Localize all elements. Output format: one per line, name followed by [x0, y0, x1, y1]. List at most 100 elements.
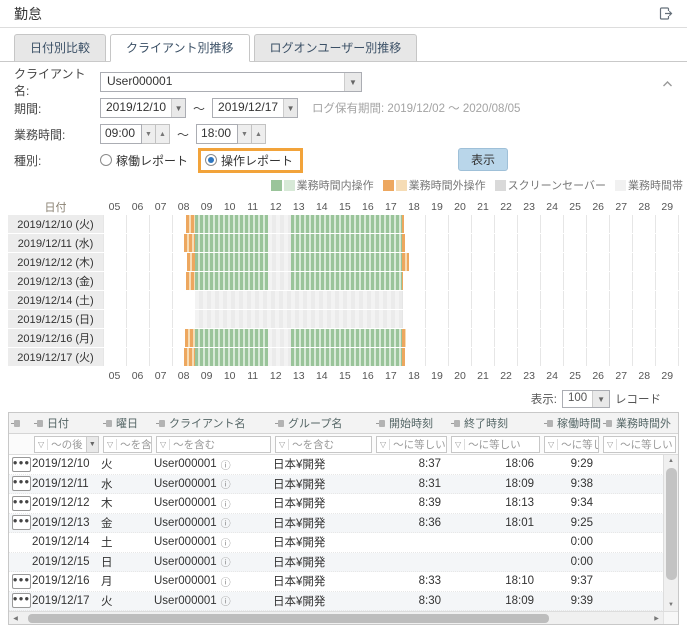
spin-down-icon[interactable]: ▼ — [142, 124, 156, 144]
pin-icon[interactable] — [156, 419, 166, 428]
info-icon[interactable]: ⓘ — [221, 535, 231, 550]
pin-icon[interactable] — [11, 419, 21, 428]
filter-client[interactable]: ▽～を含む — [156, 436, 271, 453]
info-icon[interactable]: ⓘ — [221, 476, 231, 491]
filter-group[interactable]: ▽～を含む — [275, 436, 372, 453]
export-button[interactable] — [658, 6, 673, 21]
filter-icon[interactable]: ▽ — [279, 439, 289, 450]
row-actions-button[interactable]: ●●● — [12, 593, 31, 608]
chevron-down-icon[interactable]: ▼ — [283, 99, 297, 117]
period-to-input[interactable]: 2019/12/17 ▼ — [212, 98, 298, 118]
row-actions-button[interactable]: ●●● — [12, 457, 31, 472]
pin-icon[interactable] — [376, 419, 386, 428]
info-icon[interactable]: ⓘ — [221, 554, 231, 569]
chevron-down-icon[interactable]: ▼ — [592, 391, 609, 407]
info-icon[interactable]: ⓘ — [221, 496, 231, 511]
row-actions-button[interactable]: ●●● — [12, 574, 31, 589]
gantt-row: 2019/12/15 (日) — [8, 310, 679, 328]
row-actions-button[interactable]: ●●● — [12, 515, 31, 530]
info-icon[interactable]: ⓘ — [221, 457, 231, 472]
hour-tick-label: 22 — [495, 201, 518, 213]
table-row[interactable]: ●●● 2019/12/13 金 User000001ⓘ 日本¥開発 8:36 … — [9, 514, 678, 534]
info-icon[interactable]: ⓘ — [221, 593, 231, 608]
filter-icon[interactable]: ▽ — [380, 439, 390, 450]
period-from-input[interactable]: 2019/12/10 ▼ — [100, 98, 186, 118]
page-size-select[interactable]: 100 ▼ — [562, 390, 610, 408]
filter-dow[interactable]: ▽～を含む — [103, 436, 152, 453]
radio-activity-report[interactable]: 操作レポート — [205, 152, 293, 169]
info-icon[interactable]: ⓘ — [221, 515, 231, 530]
hours-from-input[interactable]: 09:00 — [100, 124, 142, 144]
filter-start[interactable]: ▽～に等しい — [376, 436, 447, 453]
spin-up-icon[interactable]: ▲ — [252, 124, 266, 144]
table-row[interactable]: ●●● 2019/12/17 火 User000001ⓘ 日本¥開発 8:30 … — [9, 592, 678, 612]
scroll-up-icon[interactable]: ▲ — [668, 455, 674, 467]
row-actions-button[interactable]: ●●● — [12, 496, 31, 511]
collapse-panel-icon[interactable] — [662, 77, 673, 91]
scroll-down-icon[interactable]: ▼ — [668, 599, 674, 611]
filter-icon[interactable]: ▽ — [107, 439, 117, 450]
horizontal-scrollbar[interactable]: ◀ ▶ — [9, 611, 678, 624]
pin-icon[interactable] — [451, 419, 461, 428]
table-row[interactable]: 2019/12/15 日 User000001ⓘ 日本¥開発 0:00 — [9, 553, 678, 573]
client-name-value: User000001 — [101, 73, 344, 91]
filter-icon[interactable]: ▽ — [607, 439, 617, 450]
table-row[interactable]: ●●● 2019/12/12 木 User000001ⓘ 日本¥開発 8:39 … — [9, 494, 678, 514]
info-icon[interactable]: ⓘ — [221, 574, 231, 589]
chevron-down-icon[interactable]: ▼ — [344, 73, 361, 91]
spin-up-icon[interactable]: ▲ — [156, 124, 170, 144]
hour-tick-label: 17 — [379, 370, 402, 382]
table-row[interactable]: ●●● 2019/12/10 火 User000001ⓘ 日本¥開発 8:37 … — [9, 455, 678, 475]
filter-offhours[interactable]: ▽～に等しい — [603, 436, 676, 453]
hour-tick-label: 24 — [541, 201, 564, 213]
table-row[interactable]: ●●● 2019/12/16 月 User000001ⓘ 日本¥開発 8:33 … — [9, 572, 678, 592]
pin-icon[interactable] — [275, 419, 285, 428]
gantt-segment-in — [291, 215, 402, 233]
gantt-segment-out — [402, 253, 409, 271]
pin-icon[interactable] — [603, 419, 613, 428]
legend-swatch — [495, 180, 506, 191]
filter-icon[interactable]: ▽ — [548, 439, 558, 450]
horizontal-scroll-thumb[interactable] — [28, 614, 549, 623]
column-header-dow[interactable]: 曜日 — [101, 413, 154, 433]
column-header-duration[interactable]: 稼働時間 — [542, 413, 601, 433]
column-header-client[interactable]: クライアント名 — [154, 413, 273, 433]
spin-down-icon[interactable]: ▼ — [238, 124, 252, 144]
scroll-left-icon[interactable]: ◀ — [9, 615, 22, 622]
hour-tick-label: 12 — [264, 201, 287, 213]
pin-icon[interactable] — [544, 419, 554, 428]
chevron-down-icon[interactable]: ▼ — [86, 437, 98, 452]
column-header-start[interactable]: 開始時刻 — [374, 413, 449, 433]
row-actions-button[interactable]: ●●● — [12, 476, 31, 491]
gantt-footer: 0506070809101112131415161718192021222324… — [8, 367, 679, 384]
hour-tick-label: 11 — [241, 201, 264, 213]
gantt-header: 日付 0506070809101112131415161718192021222… — [8, 198, 679, 215]
column-header-date[interactable]: 日付 — [32, 413, 101, 433]
filter-icon[interactable]: ▽ — [160, 439, 170, 450]
filter-icon[interactable]: ▽ — [455, 439, 465, 450]
radio-icon[interactable] — [100, 154, 112, 166]
hours-to-input[interactable]: 18:00 — [196, 124, 238, 144]
filter-duration[interactable]: ▽～に等しい — [544, 436, 599, 453]
filter-end[interactable]: ▽～に等しい — [451, 436, 540, 453]
show-button[interactable]: 表示 — [458, 148, 508, 171]
column-header-offhours[interactable]: 業務時間外 — [601, 413, 678, 433]
tab-date-comparison[interactable]: 日付別比較 — [14, 34, 106, 62]
tab-client-transition[interactable]: クライアント別推移 — [110, 34, 250, 62]
filter-date[interactable]: ▽～の後▼ — [34, 436, 99, 453]
scroll-right-icon[interactable]: ▶ — [650, 615, 663, 622]
radio-operation-report[interactable]: 稼働レポート — [100, 152, 188, 169]
table-row[interactable]: ●●● 2019/12/11 水 User000001ⓘ 日本¥開発 8:31 … — [9, 475, 678, 495]
column-header-group[interactable]: グループ名 — [273, 413, 374, 433]
pin-icon[interactable] — [103, 419, 113, 428]
chevron-down-icon[interactable]: ▼ — [171, 99, 185, 117]
client-name-select[interactable]: User000001 ▼ — [100, 72, 362, 92]
filter-icon[interactable]: ▽ — [38, 439, 48, 450]
tab-logon-user-transition[interactable]: ログオンユーザー別推移 — [254, 34, 418, 62]
vertical-scrollbar[interactable]: ▲ ▼ — [663, 455, 678, 611]
column-header-end[interactable]: 終了時刻 — [449, 413, 542, 433]
vertical-scroll-thumb[interactable] — [666, 468, 677, 580]
pin-icon[interactable] — [34, 419, 44, 428]
radio-checked-icon[interactable] — [205, 154, 217, 166]
table-row[interactable]: 2019/12/14 土 User000001ⓘ 日本¥開発 0:00 — [9, 533, 678, 553]
